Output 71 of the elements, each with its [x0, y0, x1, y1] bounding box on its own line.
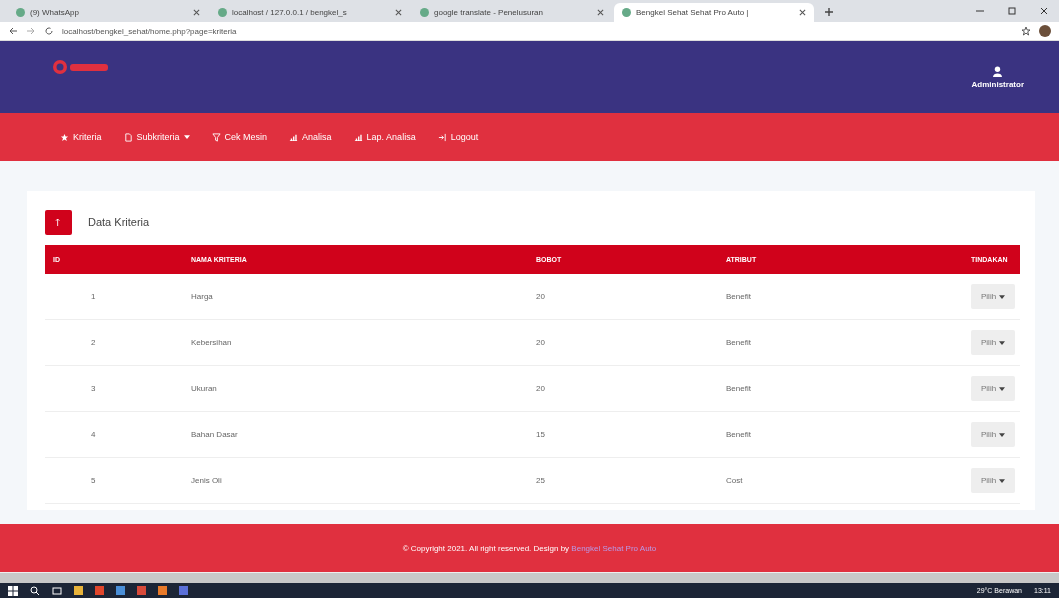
user-icon [993, 65, 1003, 77]
table-cell: Ukuran [191, 384, 217, 393]
close-icon[interactable] [597, 9, 604, 16]
table-cell: 5 [91, 476, 96, 485]
table-cell: Benefit [726, 338, 751, 347]
panel-title: Data Kriteria [88, 216, 150, 228]
action-dropdown[interactable]: Pilih [971, 422, 1016, 447]
table-cell: Kebersihan [191, 338, 232, 347]
nav-link[interactable]: Subkriteria [123, 132, 190, 142]
back-icon[interactable] [8, 26, 18, 36]
table-cell: Jenis Oli [191, 476, 222, 485]
browser-tab[interactable]: localhost / 127.0.0.1 / bengkel_s [210, 3, 410, 22]
favicon-icon [622, 8, 631, 17]
table-cell: 20 [536, 292, 545, 301]
caret-icon [999, 294, 1006, 299]
table-cell: Cost [726, 476, 743, 485]
caret-icon [183, 135, 190, 139]
user-name[interactable]: Administrator [971, 79, 1024, 89]
chart-icon [289, 132, 299, 142]
nav-link[interactable]: Kriteria [60, 132, 102, 142]
action-dropdown[interactable]: Pilih [971, 330, 1016, 355]
close-icon[interactable] [799, 9, 806, 16]
table-cell: Benefit [726, 384, 751, 393]
table-cell: 4 [91, 430, 96, 439]
nav-link[interactable]: Analisa [289, 132, 332, 142]
browser-tab[interactable]: Bengkel Sehat Sehat Pro Auto | [614, 3, 814, 22]
chart-icon [353, 132, 363, 142]
caret-icon [999, 340, 1006, 345]
table-cell: 1 [91, 292, 96, 301]
close-icon[interactable] [1039, 6, 1049, 16]
action-dropdown[interactable]: Pilih [971, 376, 1016, 401]
favicon-icon [420, 8, 429, 17]
caret-icon [999, 432, 1006, 437]
new-tab-icon[interactable] [824, 7, 834, 17]
sort-icon [55, 217, 62, 227]
nav-link[interactable]: Logout [437, 132, 479, 142]
table-cell: 20 [536, 338, 545, 347]
star-icon[interactable] [1021, 26, 1031, 36]
star-icon [60, 132, 69, 142]
maximize-icon[interactable] [1007, 6, 1017, 16]
close-icon[interactable] [395, 9, 402, 16]
table-cell: 25 [536, 476, 545, 485]
nav-link[interactable]: Cek Mesin [211, 132, 268, 142]
table-cell: 15 [536, 430, 545, 439]
favicon-icon [218, 8, 227, 17]
table-cell: Benefit [726, 292, 751, 301]
table-cell: 20 [536, 384, 545, 393]
browser-tab[interactable]: google translate - Penelusuran [412, 3, 612, 22]
table-cell: Bahan Dasar [191, 430, 238, 439]
copyright-text: © Copyright 2021. All right reserved. Design by Bengkel Sehat Pro Auto [402, 543, 657, 553]
horizontal-scrollbar[interactable] [0, 572, 1059, 583]
browser-tab[interactable]: (9) WhatsApp [8, 3, 208, 22]
windows-icon[interactable] [8, 585, 18, 596]
close-icon[interactable] [193, 9, 200, 16]
search-icon[interactable] [30, 585, 40, 596]
filter-icon [211, 132, 221, 142]
action-dropdown[interactable]: Pilih [971, 284, 1016, 309]
profile-avatar[interactable] [1039, 25, 1051, 37]
table-cell: Benefit [726, 430, 751, 439]
table-cell: 3 [91, 384, 96, 393]
caret-icon [999, 478, 1006, 483]
table-cell: Harga [191, 292, 213, 301]
table-cell: 2 [91, 338, 96, 347]
task-view-icon[interactable] [52, 585, 62, 596]
caret-icon [999, 386, 1006, 391]
file-icon [123, 132, 133, 142]
logout-icon [437, 132, 447, 142]
nav-link[interactable]: Lap. Analisa [353, 132, 416, 142]
favicon-icon [16, 8, 25, 17]
action-dropdown[interactable]: Pilih [971, 468, 1016, 493]
reload-icon[interactable] [44, 26, 54, 36]
